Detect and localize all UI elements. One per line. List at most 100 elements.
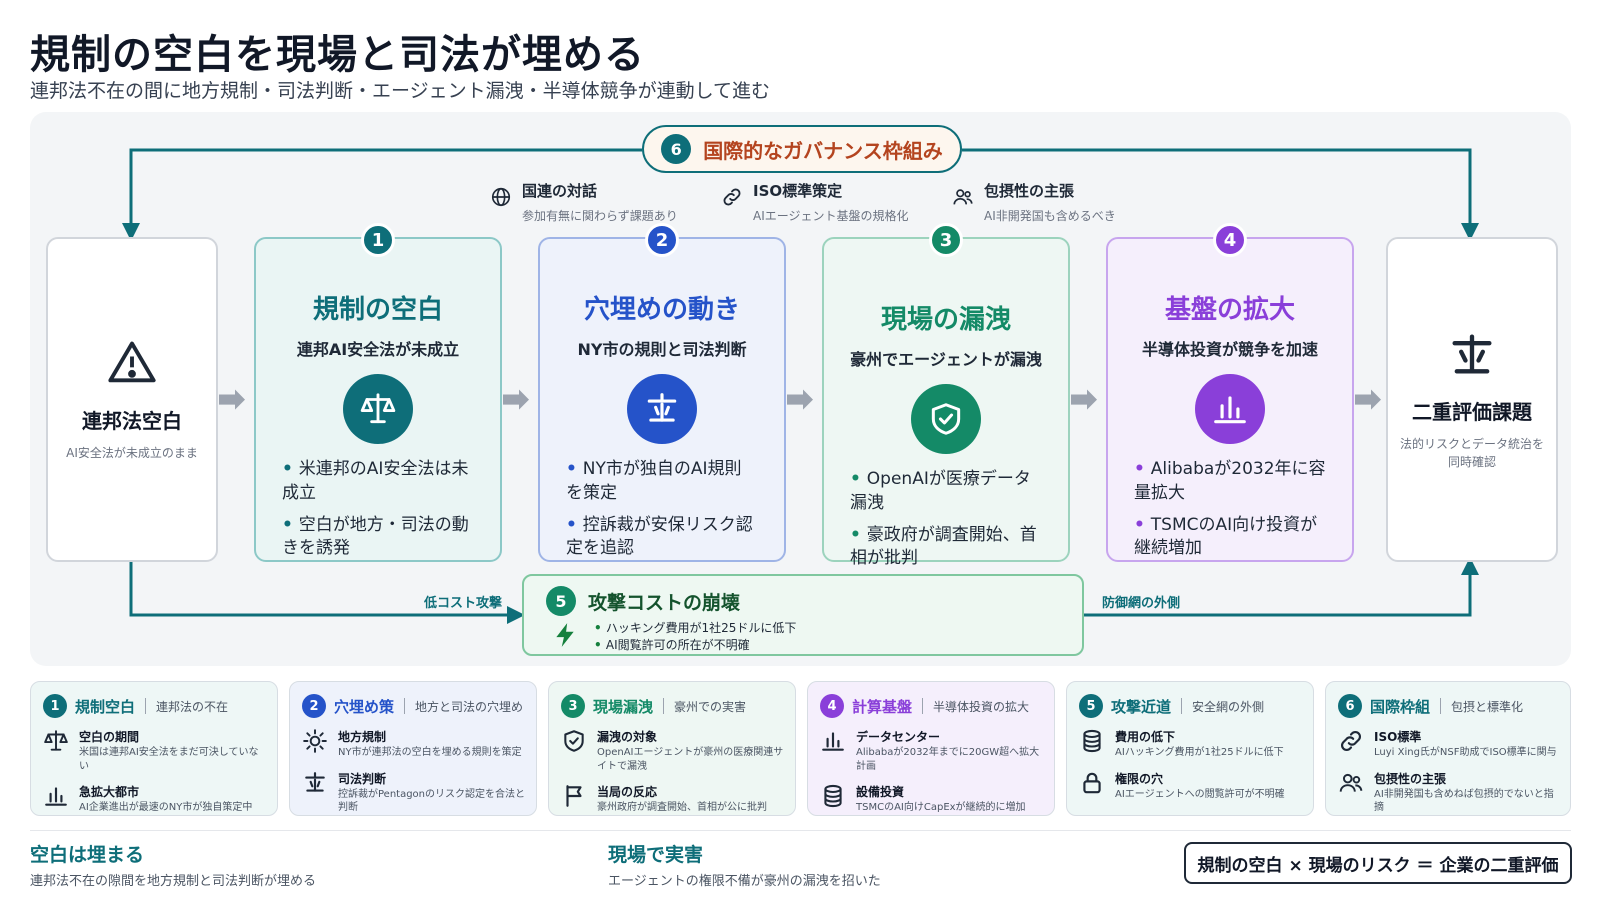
feature-sub: AIエージェント基盤の規格化 bbox=[753, 209, 909, 223]
footer-mid-title: 現場で実害 bbox=[608, 844, 704, 866]
card-bullet: • NY市が独自のAI規則を策定 bbox=[566, 459, 742, 503]
card-icon-circle bbox=[627, 374, 697, 444]
card-field-leak: 3 現場の漏洩 豪州でエージェントが漏洩 • OpenAIが医療データ漏洩 • … bbox=[822, 223, 1070, 568]
legend-number: 2 bbox=[302, 694, 326, 718]
legend-row-title: 漏洩の対象 bbox=[597, 730, 658, 744]
legend-row-title: 包摂性の主張 bbox=[1374, 771, 1447, 786]
legend-number: 1 bbox=[43, 694, 67, 718]
legend-row-title: 地方規制 bbox=[338, 730, 387, 744]
governance-label: 国際的なガバナンス枠組み bbox=[703, 138, 943, 163]
card-bullet: • 空白が地方・司法の動きを誘発 bbox=[282, 514, 469, 559]
legend-sub: 地方と司法の穴埋め bbox=[415, 699, 524, 714]
start-sub: AI安全法が未成立のまま bbox=[66, 446, 198, 460]
legend-title: 現場漏洩 bbox=[593, 697, 654, 716]
warning-icon bbox=[106, 337, 158, 389]
legend-row-sub: AI企業進出が最速のNY市が独自策定中 bbox=[79, 802, 253, 813]
legend-sub: 連邦法の不在 bbox=[156, 699, 229, 714]
legend-title: 穴埋め策 bbox=[334, 697, 395, 716]
card-number: 4 bbox=[1213, 223, 1247, 257]
footer-mid-sub: エージェントの権限不備が豪州の漏洩を招いた bbox=[608, 874, 881, 889]
attack-bullet: • ハッキング費用が1社25ドルに低下 bbox=[594, 621, 797, 635]
card-number: 3 bbox=[929, 223, 963, 257]
card-infrastructure: 4 基盤の拡大 半導体投資が競争を加速 • Alibabaが2032年に容量拡大… bbox=[1106, 223, 1354, 562]
footer-left-sub: 連邦法不在の隙間を地方規制と司法判断が埋める bbox=[30, 874, 317, 889]
legend-row-title: 設備投資 bbox=[856, 785, 905, 799]
governance-pill: 6 国際的なガバナンス枠組み bbox=[642, 125, 962, 173]
legend-row-sub: AIエージェントへの閲覧許可が不明確 bbox=[1115, 788, 1285, 800]
legend-row-title: 空白の期間 bbox=[79, 730, 140, 744]
start-box: 連邦法空白 AI安全法が未成立のまま bbox=[46, 237, 218, 562]
attack-title: 攻撃コストの崩壊 bbox=[588, 591, 741, 614]
card-number: 1 bbox=[361, 223, 395, 257]
balance-icon bbox=[359, 390, 397, 428]
page-title: 規制の空白を現場と司法が埋める bbox=[30, 32, 645, 78]
legend-row-sub: 控訴裁がPentagonのリスク認定を合法と判断 bbox=[338, 788, 526, 814]
legend-number: 6 bbox=[1338, 694, 1362, 718]
end-box: 二重評価課題 法的リスクとデータ統治を同時確認 bbox=[1386, 237, 1558, 562]
legend-title: 攻撃近道 bbox=[1111, 697, 1172, 716]
legend-row-sub: Luyi Xing氏がNSF助成でISO標準に関与 bbox=[1374, 747, 1557, 758]
link-icon bbox=[721, 186, 743, 208]
legend-row-title: 急拡大都市 bbox=[79, 785, 140, 799]
scale-icon bbox=[1446, 328, 1498, 380]
card-number: 2 bbox=[645, 223, 679, 257]
legend-sub: 安全網の外側 bbox=[1192, 699, 1265, 714]
card-bullet: • 控訴裁が安保リスク認定を追認 bbox=[566, 514, 753, 559]
feature-un-dialogue: 国連の対話 参加有無に関わらず課題あり bbox=[490, 180, 678, 224]
globe-icon bbox=[490, 186, 512, 208]
card-title: 基盤の拡大 bbox=[1164, 295, 1295, 325]
feature-title: 国連の対話 bbox=[522, 182, 598, 200]
legend-card-5: 5 攻撃近道 安全網の外側 費用の低下 AIハッキング費用が1社25ドルに低下 権限の… bbox=[1066, 681, 1314, 816]
end-sub: 法的リスクとデータ統治を同時確認 bbox=[1399, 437, 1544, 469]
card-bullet: • OpenAIが医療データ漏洩 bbox=[850, 469, 1031, 513]
gavel-icon bbox=[302, 770, 328, 796]
card-icon-circle bbox=[1195, 374, 1265, 444]
users-icon bbox=[952, 186, 974, 208]
card-subtitle: 連邦AI安全法が未成立 bbox=[296, 340, 460, 359]
feature-title: 包摂性の主張 bbox=[984, 182, 1075, 200]
feature-sub: 参加有無に関わらず課題あり bbox=[522, 209, 678, 223]
attack-box: 5 攻撃コストの崩壊 • ハッキング費用が1社25ドルに低下 • AI閲覧許可の… bbox=[522, 574, 1084, 656]
start-title: 連邦法空白 bbox=[82, 409, 182, 433]
card-regulation-gap: 1 規制の空白 連邦AI安全法が未成立 • 米連邦のAI安全法は未成立 • 空白… bbox=[254, 223, 502, 562]
legend-sub: 包摂と標準化 bbox=[1451, 699, 1524, 714]
legend-card-2: 2 穴埋め策 地方と司法の穴埋め 地方規制 NY市が連邦法の空白を埋める規則を策定 司… bbox=[289, 681, 537, 816]
attack-right-label: 防御網の外側 bbox=[1102, 596, 1181, 611]
attack-left-label: 低コスト攻撃 bbox=[424, 596, 503, 611]
legend-number: 5 bbox=[1079, 694, 1103, 718]
legend-number: 3 bbox=[561, 694, 585, 718]
bar-chart-icon bbox=[43, 783, 69, 809]
card-icon-circle bbox=[343, 374, 413, 444]
bar-chart-icon bbox=[820, 728, 846, 754]
legend-card-6: 6 国際枠組 包摂と標準化 ISO標準 Luyi Xing氏がNSF助成でISO標準に… bbox=[1325, 681, 1571, 816]
page-subtitle: 連邦法不在の間に地方規制・司法判断・エージェント漏洩・半導体競争が連動して進む bbox=[30, 80, 771, 102]
attack-number: 5 bbox=[546, 586, 576, 616]
legend-card-1: 1 規制空白 連邦法の不在 空白の期間 米国は連邦AI安全法をまだ可決していない 急拡… bbox=[30, 681, 278, 816]
legend-row-title: データセンター bbox=[856, 730, 941, 744]
database-icon bbox=[1079, 728, 1105, 754]
legend-row-sub: 米国は連邦AI安全法をまだ可決していない bbox=[79, 747, 259, 772]
card-bullet: • Alibabaが2032年に容量拡大 bbox=[1134, 459, 1326, 503]
attack-bullet: • AI閲覧許可の所在が不明確 bbox=[594, 638, 750, 653]
database-icon bbox=[820, 783, 846, 809]
footer-formula: 規制の空白 × 現場のリスク ＝ 企業の二重評価 bbox=[1184, 842, 1572, 884]
shield-check-icon bbox=[561, 728, 587, 754]
link-icon bbox=[1338, 728, 1364, 754]
card-subtitle: 豪州でエージェントが漏洩 bbox=[850, 350, 1042, 369]
footer-left-title: 空白は埋まる bbox=[30, 844, 145, 866]
feature-sub: AI非開発国も含めるべき bbox=[984, 209, 1116, 223]
sun-icon bbox=[302, 728, 328, 754]
legend-row-sub: AI非開発国も含めねば包摂的でないと指摘 bbox=[1374, 788, 1554, 814]
feature-title: ISO標準策定 bbox=[753, 182, 843, 200]
governance-number: 6 bbox=[661, 134, 692, 164]
card-icon-circle bbox=[911, 384, 981, 454]
card-bullet: • 米連邦のAI安全法は未成立 bbox=[282, 459, 469, 503]
legend-row-sub: TSMCのAI向けCapExが継続的に増加 bbox=[856, 802, 1026, 813]
card-bullet: • TSMCのAI向け投資が継続増加 bbox=[1134, 514, 1318, 559]
feature-iso-standard: ISO標準策定 AIエージェント基盤の規格化 bbox=[721, 180, 909, 224]
legend-card-4: 4 計算基盤 半導体投資の拡大 データセンター Alibabaが2032年までに20G… bbox=[807, 681, 1055, 816]
legend-row-sub: OpenAIエージェントが豪州の医療関連サイトで漏洩 bbox=[597, 747, 784, 772]
lock-icon bbox=[1079, 770, 1105, 796]
bar-chart-icon bbox=[1211, 390, 1249, 428]
card-subtitle: 半導体投資が競争を加速 bbox=[1141, 340, 1318, 359]
